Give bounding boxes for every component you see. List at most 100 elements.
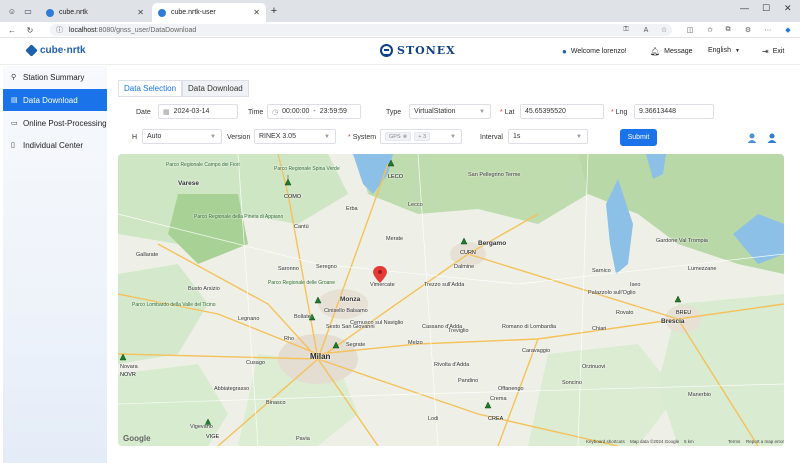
map-label: Varese	[178, 180, 199, 187]
minimize-icon[interactable]: —	[740, 3, 749, 13]
system-label-text: System	[352, 134, 377, 141]
app-logo[interactable]: cube·nrtk	[25, 44, 86, 57]
map-label: Crema	[490, 396, 507, 402]
sidebar-item-online-post-processing[interactable]: ▭ Online Post-Processing	[3, 112, 107, 134]
profile-icon[interactable]: ☺	[6, 5, 18, 17]
google-logo: Google	[123, 434, 151, 443]
map-label: San Pellegrino Terme	[468, 172, 521, 178]
main-content: Data Selection Data Download Date ▦ 2024…	[108, 66, 800, 463]
collections-icon[interactable]: ⧉	[722, 24, 734, 36]
map-station-label: CREA	[488, 416, 504, 422]
lng-input[interactable]: 9.36613448	[634, 104, 714, 119]
date-value: 2024-03-14	[173, 108, 210, 115]
new-tab-icon[interactable]: +	[268, 5, 280, 17]
sidebar-item-data-download[interactable]: ▤ Data Download	[3, 89, 107, 111]
map-label: Orzinuovi	[582, 364, 606, 370]
tab-data-selection[interactable]: Data Selection	[118, 80, 183, 97]
back-icon[interactable]: ←	[6, 24, 18, 36]
sidebar-item-label: Individual Center	[23, 140, 84, 150]
submit-button[interactable]: Submit	[620, 129, 657, 146]
refresh-icon[interactable]: ↻	[24, 24, 36, 36]
favorites-icon[interactable]: ✩	[704, 24, 716, 36]
date-picker[interactable]: ▦ 2024-03-14	[158, 104, 238, 119]
user-group-icon[interactable]	[766, 132, 778, 144]
address-bar[interactable]: ⓘ localhost:8080/gnss_user/DataDownload	[50, 24, 672, 36]
close-tab-icon[interactable]: ✕	[253, 8, 260, 17]
map-label: Saronno	[278, 266, 299, 272]
type-select[interactable]: VirtualStation ▼	[409, 104, 491, 119]
h-value: Auto	[147, 133, 162, 140]
time-range-picker[interactable]: ◷ 00:00:00 - 23:59:59	[267, 104, 361, 119]
clock-icon: ◷	[272, 108, 279, 116]
read-aloud-icon[interactable]: A	[640, 24, 652, 36]
map-label: Cinisello Balsamo	[324, 308, 368, 314]
close-window-icon[interactable]: ✕	[784, 3, 792, 14]
map-scale: 5 km	[684, 439, 694, 444]
map-view[interactable]: Varese COMO LECO Bergamo CURN Monza Mila…	[118, 154, 784, 446]
interval-select[interactable]: 1s ▼	[508, 129, 588, 144]
map-label: Pandino	[458, 378, 479, 384]
browser-tab-cube-nrtk-user[interactable]: cube.nrtk-user ✕	[152, 3, 266, 22]
map-label: Palazzolo sull'Oglio	[588, 290, 636, 296]
message-button[interactable]: 🔔︎ Message	[650, 47, 693, 56]
lng-label: * Lng	[611, 109, 628, 116]
extensions-icon[interactable]: ⚙	[742, 24, 754, 36]
chevron-down-icon: ▼	[210, 133, 216, 140]
favorite-star-icon[interactable]: ☆	[658, 24, 670, 36]
map-label: Dalmine	[454, 264, 475, 270]
user-icon: ●	[562, 47, 567, 56]
keyboard-shortcuts-link[interactable]: Keyboard shortcuts	[586, 439, 625, 444]
map-station-label: BREU	[676, 310, 692, 316]
report-error-link[interactable]: Report a map error	[746, 439, 784, 444]
map-label: Bollate	[294, 314, 311, 320]
map-station-label: NOVR	[120, 372, 136, 378]
map-park-label: Parco Regionale Campo dei Fiori	[166, 162, 240, 168]
app-header: cube·nrtk STONEX ● Welcome lorenzo! 🔔︎ M…	[0, 38, 800, 65]
lat-input[interactable]: 45.65395520	[520, 104, 604, 119]
system-tag-gps[interactable]: GPS ⊗	[385, 132, 412, 141]
tag-close-icon[interactable]: ⊗	[403, 134, 408, 140]
language-select[interactable]: English ▼	[708, 47, 740, 54]
sub-tabs: Data Selection Data Download	[118, 80, 249, 97]
system-tag-label: GPS	[389, 133, 401, 140]
stonex-mark-icon	[380, 44, 393, 57]
map-label: Busto Arsizio	[188, 286, 220, 292]
tab-title: cube.nrtk-user	[171, 9, 216, 16]
map-label: Romano di Lombardia	[502, 324, 557, 330]
map-label: Vimercate	[370, 282, 395, 288]
sidebar-item-station-summary[interactable]: ⚲ Station Summary	[3, 66, 107, 88]
version-select[interactable]: RINEX 3.05 ▼	[254, 129, 336, 144]
map-label: Soncino	[562, 380, 582, 386]
system-more-tag: + 3	[414, 132, 431, 141]
browser-nav-bar: ← ↻ ⓘ localhost:8080/gnss_user/DataDownl…	[0, 22, 800, 38]
map-label: Iseo	[630, 282, 641, 288]
user-welcome[interactable]: ● Welcome lorenzo!	[562, 47, 627, 56]
favicon-icon	[46, 8, 54, 17]
split-screen-icon[interactable]: ◫	[684, 24, 696, 36]
chevron-down-icon: ▼	[450, 133, 456, 140]
map-label: Manerbio	[688, 392, 711, 398]
interval-value: 1s	[513, 133, 521, 140]
tab-title: cube.nrtk	[59, 9, 88, 16]
close-tab-icon[interactable]: ✕	[137, 8, 144, 17]
user-single-icon[interactable]	[746, 132, 758, 144]
terms-link[interactable]: Terms	[728, 439, 740, 444]
tab-data-download[interactable]: Data Download	[182, 80, 249, 97]
browser-tab-cube-nrtk[interactable]: cube.nrtk ✕	[40, 3, 150, 22]
logo-text: cube·nrtk	[40, 45, 86, 56]
exit-icon: ⇥	[762, 47, 769, 56]
map-label: Monza	[340, 296, 361, 303]
copilot-icon[interactable]: ◆	[782, 24, 794, 36]
maximize-icon[interactable]: ☐	[762, 3, 770, 14]
exit-button[interactable]: ⇥ Exit	[762, 47, 784, 56]
map-label: Gallarate	[136, 252, 159, 258]
sidebar-item-individual-center[interactable]: ▯ Individual Center	[3, 134, 107, 156]
more-menu-icon[interactable]: ⋯	[762, 24, 774, 36]
key-icon[interactable]: ⚿	[620, 24, 632, 36]
sidebar-item-label: Online Post-Processing	[23, 118, 107, 128]
map-park-label: Parco Lombardo della Valle del Ticino	[132, 302, 216, 308]
h-select[interactable]: Auto ▼	[142, 129, 222, 144]
tab-actions-icon[interactable]: ▭	[22, 5, 34, 17]
system-multiselect[interactable]: GPS ⊗ + 3 ▼	[380, 129, 462, 144]
brand-logo: STONEX	[380, 44, 456, 57]
